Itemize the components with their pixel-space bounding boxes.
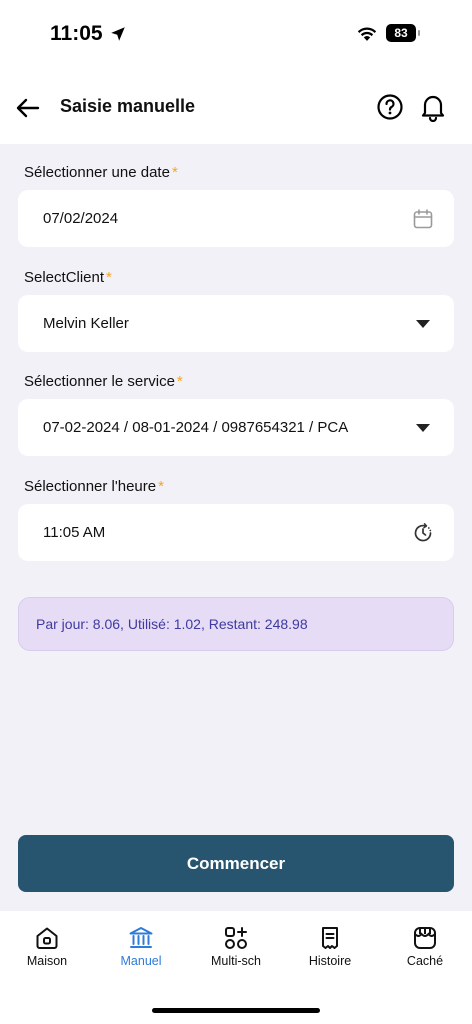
- wifi-icon: [357, 26, 377, 41]
- tab-cache[interactable]: Caché: [380, 925, 470, 968]
- required-mark: *: [106, 269, 112, 286]
- tab-label: Caché: [406, 954, 444, 968]
- service-select[interactable]: 07-02-2024 / 08-01-2024 / 0987654321 / P…: [18, 399, 454, 456]
- time-value: 11:05 AM: [43, 524, 106, 541]
- required-mark: *: [171, 164, 178, 181]
- bank-icon: [129, 927, 153, 948]
- tab-multi-sch[interactable]: Multi-sch: [191, 925, 281, 968]
- battery-indicator: 83: [386, 24, 420, 42]
- status-time: 11:05: [50, 22, 127, 46]
- time-label-text: Sélectionner l'heure: [24, 478, 157, 495]
- service-label: Sélectionner le service *: [24, 373, 183, 390]
- status-time-text: 11:05: [50, 22, 103, 45]
- home-icon: [36, 927, 58, 949]
- home-indicator: [152, 1008, 320, 1013]
- client-label-text: SelectClient: [24, 269, 105, 286]
- tab-histoire[interactable]: Histoire: [285, 925, 375, 968]
- dropdown-caret-icon[interactable]: [412, 313, 434, 335]
- arrow-left-icon: [16, 98, 40, 118]
- calendar-icon[interactable]: [412, 208, 434, 230]
- service-label-text: Sélectionner le service: [24, 373, 175, 390]
- store-icon: [414, 927, 436, 949]
- tab-maison[interactable]: Maison: [2, 925, 92, 968]
- balance-info-box: Par jour: 8.06, Utilisé: 1.02, Restant: …: [18, 597, 454, 651]
- tab-label: Manuel: [120, 954, 162, 968]
- status-bar: 11:05 83: [0, 0, 472, 70]
- question-circle-icon: [377, 94, 403, 120]
- client-select[interactable]: Melvin Keller: [18, 295, 454, 352]
- status-indicators: 83: [356, 24, 420, 42]
- document-icon: [322, 927, 338, 949]
- tab-label: Maison: [26, 954, 68, 968]
- location-arrow-icon: [110, 27, 125, 41]
- notifications-button[interactable]: [419, 92, 447, 123]
- required-mark: *: [176, 373, 183, 390]
- back-button[interactable]: [14, 94, 42, 122]
- battery-level: 83: [394, 26, 408, 40]
- tab-label: Multi-sch: [210, 954, 261, 968]
- date-field[interactable]: 07/02/2024: [18, 190, 454, 247]
- date-label: Sélectionner une date *: [24, 164, 178, 181]
- bell-icon: [421, 95, 445, 123]
- clock-icon[interactable]: [412, 522, 434, 544]
- service-value: 07-02-2024 / 08-01-2024 / 0987654321 / P…: [43, 419, 349, 436]
- date-value: 07/02/2024: [43, 210, 119, 227]
- time-label: Sélectionner l'heure *: [24, 478, 164, 495]
- date-label-text: Sélectionner une date: [24, 164, 170, 181]
- app-header: Saisie manuelle: [0, 70, 472, 144]
- client-label: SelectClient *: [24, 269, 112, 286]
- grid-plus-icon: [225, 927, 247, 949]
- help-button[interactable]: [376, 93, 404, 121]
- required-mark: *: [158, 478, 164, 495]
- time-field[interactable]: 11:05 AM: [18, 504, 454, 561]
- start-button[interactable]: Commencer: [18, 835, 454, 892]
- page-title: Saisie manuelle: [60, 96, 196, 116]
- balance-info-text: Par jour: 8.06, Utilisé: 1.02, Restant: …: [36, 616, 308, 632]
- client-value: Melvin Keller: [43, 315, 129, 332]
- tab-label: Histoire: [308, 954, 352, 968]
- tab-manuel[interactable]: Manuel: [96, 925, 186, 968]
- dropdown-caret-icon[interactable]: [412, 417, 434, 439]
